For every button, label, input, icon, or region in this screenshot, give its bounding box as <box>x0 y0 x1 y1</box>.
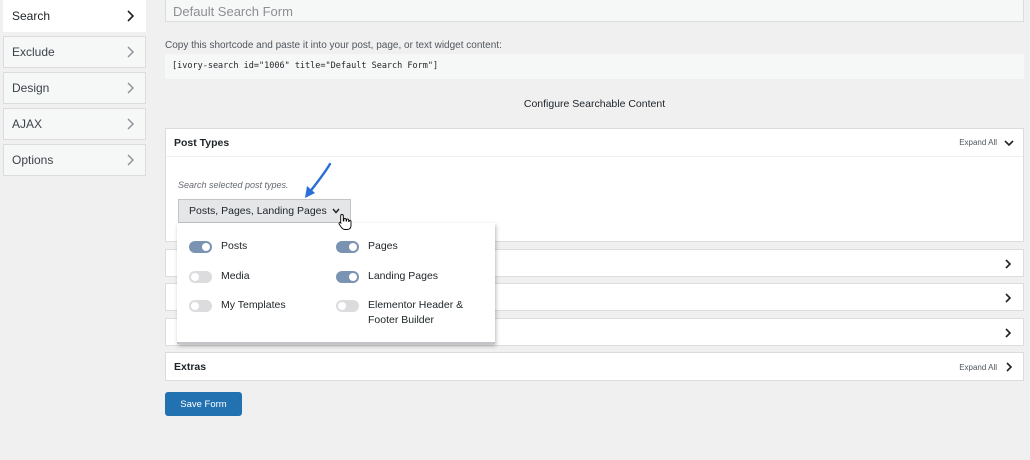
expand-all-link[interactable]: Expand All <box>959 363 997 372</box>
post-type-option-media[interactable]: Media <box>189 269 250 284</box>
tab-search[interactable]: Search <box>3 0 146 32</box>
post-type-option-posts[interactable]: Posts <box>189 239 247 254</box>
option-label: Media <box>221 270 250 282</box>
post-types-select[interactable]: Posts, Pages, Landing Pages <box>178 199 351 223</box>
chevron-down-icon <box>1004 139 1014 146</box>
arrow-icon <box>305 162 332 198</box>
form-title-input[interactable]: Default Search Form <box>165 0 1024 22</box>
tab-label: Exclude <box>12 45 55 59</box>
panel-title: Post Types <box>174 136 230 149</box>
expand-all-control[interactable]: Expand All <box>959 361 1015 373</box>
shortcode-description: Copy this shortcode and paste it into yo… <box>165 40 502 51</box>
extras-panel: Extras Expand All <box>165 352 1024 381</box>
extras-panel-header[interactable]: Extras Expand All <box>166 353 1023 381</box>
tab-exclude[interactable]: Exclude <box>3 36 146 68</box>
tab-options[interactable]: Options <box>3 144 146 176</box>
tab-label: Design <box>12 81 50 95</box>
post-types-panel-header[interactable]: Post Types Expand All <box>166 129 1023 157</box>
settings-tabs: Search Exclude Design AJAX Options <box>3 0 146 180</box>
chevron-right-icon <box>127 10 135 22</box>
chevron-right-icon <box>1005 259 1012 269</box>
option-label: Landing Pages <box>368 270 439 282</box>
toggle-switch[interactable] <box>189 300 212 312</box>
tab-label: Options <box>12 153 54 167</box>
selected-post-types: Posts, Pages, Landing Pages <box>189 205 327 217</box>
hand-pointer-icon <box>338 214 352 230</box>
tab-label: AJAX <box>12 117 43 131</box>
option-label: Posts <box>221 240 248 252</box>
post-type-option-my-templates[interactable]: My Templates <box>189 298 286 313</box>
chevron-right-icon <box>1006 362 1013 372</box>
save-form-button[interactable]: Save Form <box>165 392 242 416</box>
configure-heading: Configure Searchable Content <box>523 98 666 110</box>
toggle-switch[interactable] <box>189 241 212 253</box>
option-label: My Templates <box>221 299 286 311</box>
expand-all-control[interactable]: Expand All <box>959 137 1015 149</box>
option-label: Pages <box>368 240 398 252</box>
tab-design[interactable]: Design <box>3 72 146 104</box>
post-types-hint: Search selected post types. <box>178 180 289 190</box>
panel-title: Extras <box>174 361 207 373</box>
post-type-option-elementor-header-footer[interactable]: Elementor Header & Footer Builder <box>336 298 476 328</box>
toggle-switch[interactable] <box>336 300 359 312</box>
shortcode-box[interactable]: [ivory-search id="1006" title="Default S… <box>165 54 1024 79</box>
toggle-switch[interactable] <box>189 271 212 283</box>
tab-ajax[interactable]: AJAX <box>3 108 146 140</box>
toggle-switch[interactable] <box>336 271 359 283</box>
option-label: Elementor Header & Footer Builder <box>368 299 464 326</box>
chevron-right-icon <box>1005 293 1012 303</box>
post-type-option-landing-pages[interactable]: Landing Pages <box>336 269 438 284</box>
chevron-right-icon <box>127 46 134 58</box>
toggle-switch[interactable] <box>336 241 359 253</box>
expand-all-link[interactable]: Expand All <box>959 138 997 147</box>
post-type-option-pages[interactable]: Pages <box>336 239 398 254</box>
chevron-right-icon <box>127 82 134 94</box>
chevron-right-icon <box>127 154 134 166</box>
chevron-right-icon <box>1005 328 1012 338</box>
tab-label: Search <box>12 9 51 23</box>
post-types-dropdown: Posts Pages Media Landing Pages My Templ… <box>177 223 495 344</box>
chevron-right-icon <box>127 118 134 130</box>
